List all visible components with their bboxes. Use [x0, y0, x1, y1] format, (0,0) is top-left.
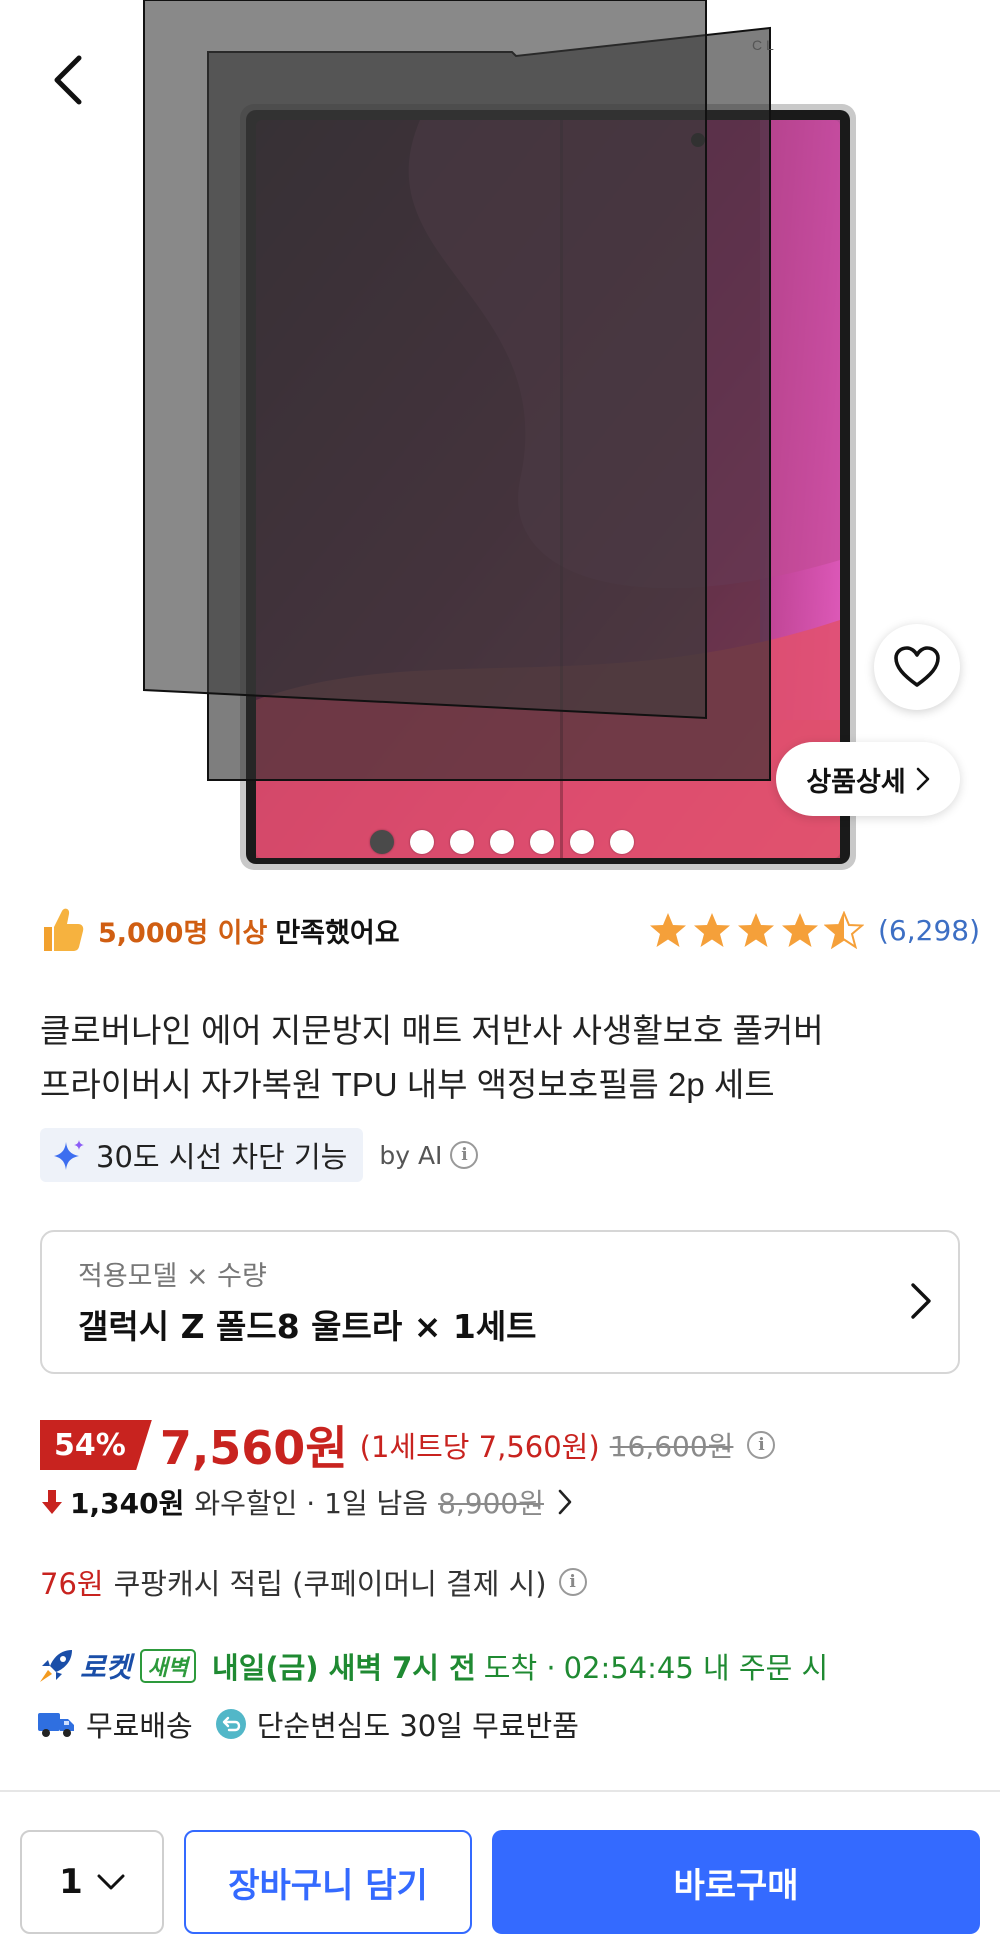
product-title-line: 프라이버시 자가복원 TPU 내부 액정보호필름 2p 세트: [40, 1066, 775, 1103]
star-icon: [693, 913, 730, 947]
back-button[interactable]: [40, 48, 96, 112]
shipping-info-row: 무료배송 단순변심도 30일 무료반품: [36, 1698, 601, 1750]
chevron-right-icon: [911, 1283, 931, 1319]
chevron-right-icon: [916, 767, 929, 791]
option-selector[interactable]: 적용모델 × 수량 갤럭시 Z 폴드8 울트라 × 1세트: [40, 1230, 960, 1374]
info-icon[interactable]: i: [747, 1431, 776, 1459]
cash-reward-row: 76원 쿠팡캐시 적립 (쿠페이머니 결제 시) i: [40, 1558, 587, 1606]
dawn-delivery-badge: 새벽: [139, 1649, 197, 1683]
carousel-dot[interactable]: [570, 830, 594, 854]
star-icon: [649, 913, 686, 947]
chevron-left-icon: [54, 55, 82, 105]
cash-amount: 76원: [40, 1567, 104, 1601]
heart-outline-icon: [894, 646, 940, 687]
satisfaction-count: 5,000명 이상: [98, 917, 268, 949]
carousel-dot[interactable]: [490, 830, 514, 854]
arrow-down-icon: [42, 1490, 62, 1514]
chevron-right-icon: [558, 1489, 572, 1515]
svg-text:C L: C L: [752, 37, 774, 53]
unit-price: (1세트당 7,560원): [359, 1430, 600, 1464]
quantity-value: 1: [59, 1862, 83, 1902]
wow-original-price: 8,900원: [438, 1487, 544, 1520]
carousel-dot[interactable]: [370, 830, 394, 854]
buy-now-label: 바로구매: [673, 1865, 799, 1906]
free-return-label: 단순변심도 30일 무료반품: [256, 1709, 579, 1743]
thumbs-up-icon: [44, 908, 84, 951]
arrival-time: 내일(금) 새벽 7시 전: [212, 1651, 476, 1685]
discount-badge: 54%: [40, 1420, 152, 1470]
carousel-dot[interactable]: [530, 830, 554, 854]
sale-price: 7,560원: [159, 1421, 348, 1475]
option-label: 적용모델 × 수량: [78, 1261, 267, 1292]
info-icon[interactable]: i: [450, 1141, 479, 1169]
star-icon: [737, 913, 774, 947]
star-rating[interactable]: (6,298): [648, 911, 980, 949]
ai-summary-row: 30도 시선 차단 기능 by AI i: [40, 1128, 479, 1182]
product-detail-label: 상품상세: [806, 766, 906, 798]
wow-discount-label: 와우할인 · 1일 남음: [194, 1487, 429, 1520]
free-return: 단순변심도 30일 무료반품: [215, 1703, 579, 1745]
buy-now-button[interactable]: 바로구매: [492, 1830, 980, 1934]
quantity-select[interactable]: 1: [20, 1830, 164, 1934]
price-row: 54% 7,560원 (1세트당 7,560원) 16,600원 i: [40, 1414, 776, 1476]
wishlist-button[interactable]: [874, 624, 960, 710]
star-icon: [781, 913, 818, 947]
sparkle-icon: [54, 1140, 84, 1170]
wow-discount-amount: 1,340원: [70, 1487, 185, 1520]
arrival-label: 도착 ·: [483, 1651, 556, 1685]
rocket-label: 로켓: [80, 1651, 132, 1684]
return-icon: [215, 1709, 246, 1739]
carousel-dot[interactable]: [450, 830, 474, 854]
ai-feature-chip: 30도 시선 차단 기능: [40, 1128, 364, 1182]
info-icon[interactable]: i: [558, 1568, 587, 1596]
star-half-icon: [823, 911, 864, 949]
purchase-bar: 1 장바구니 담기 바로구매: [0, 1792, 1000, 1954]
option-value: 갤럭시 Z 폴드8 울트라 × 1세트: [78, 1307, 537, 1346]
add-to-cart-button[interactable]: 장바구니 담기: [184, 1830, 472, 1934]
original-price: 16,600원: [609, 1430, 734, 1463]
product-detail-button[interactable]: 상품상세: [776, 742, 960, 816]
rocket-delivery-row: 로켓 새벽 내일(금) 새벽 7시 전 도착 · 02:54:45 내 주문 시: [36, 1640, 828, 1692]
chevron-down-icon: [97, 1874, 125, 1890]
rocket-icon: [40, 1650, 72, 1682]
carousel-dot[interactable]: [410, 830, 434, 854]
review-count[interactable]: (6,298): [878, 914, 980, 947]
carousel-dot[interactable]: [610, 830, 634, 854]
product-title-line: 클로버나인 에어 지문방지 매트 저반사 사생활보호 풀커버: [40, 1012, 824, 1049]
wow-discount-row[interactable]: 1,340원 와우할인 · 1일 남음 8,900원: [40, 1478, 572, 1526]
satisfaction-text: 만족했어요: [275, 917, 400, 949]
rating-row: 5,000명 이상 만족했어요 (6,298): [40, 900, 980, 960]
ai-source-label: by AI: [379, 1140, 443, 1170]
free-shipping-label: 무료배송: [86, 1709, 193, 1743]
carousel-indicator: [370, 830, 634, 854]
cash-label: 쿠팡캐시 적립 (쿠페이머니 결제 시): [113, 1567, 547, 1601]
add-to-cart-label: 장바구니 담기: [228, 1865, 428, 1906]
order-deadline: 02:54:45 내 주문 시: [563, 1651, 829, 1685]
free-shipping: 무료배송: [36, 1703, 193, 1745]
ai-source[interactable]: by AI i: [379, 1140, 479, 1170]
truck-icon: [38, 1713, 74, 1737]
product-title: 클로버나인 에어 지문방지 매트 저반사 사생활보호 풀커버 프라이버시 자가복…: [40, 1004, 980, 1112]
ai-feature-text: 30도 시선 차단 기능: [96, 1140, 348, 1174]
product-image-carousel[interactable]: C L 상품상세: [0, 0, 1000, 872]
